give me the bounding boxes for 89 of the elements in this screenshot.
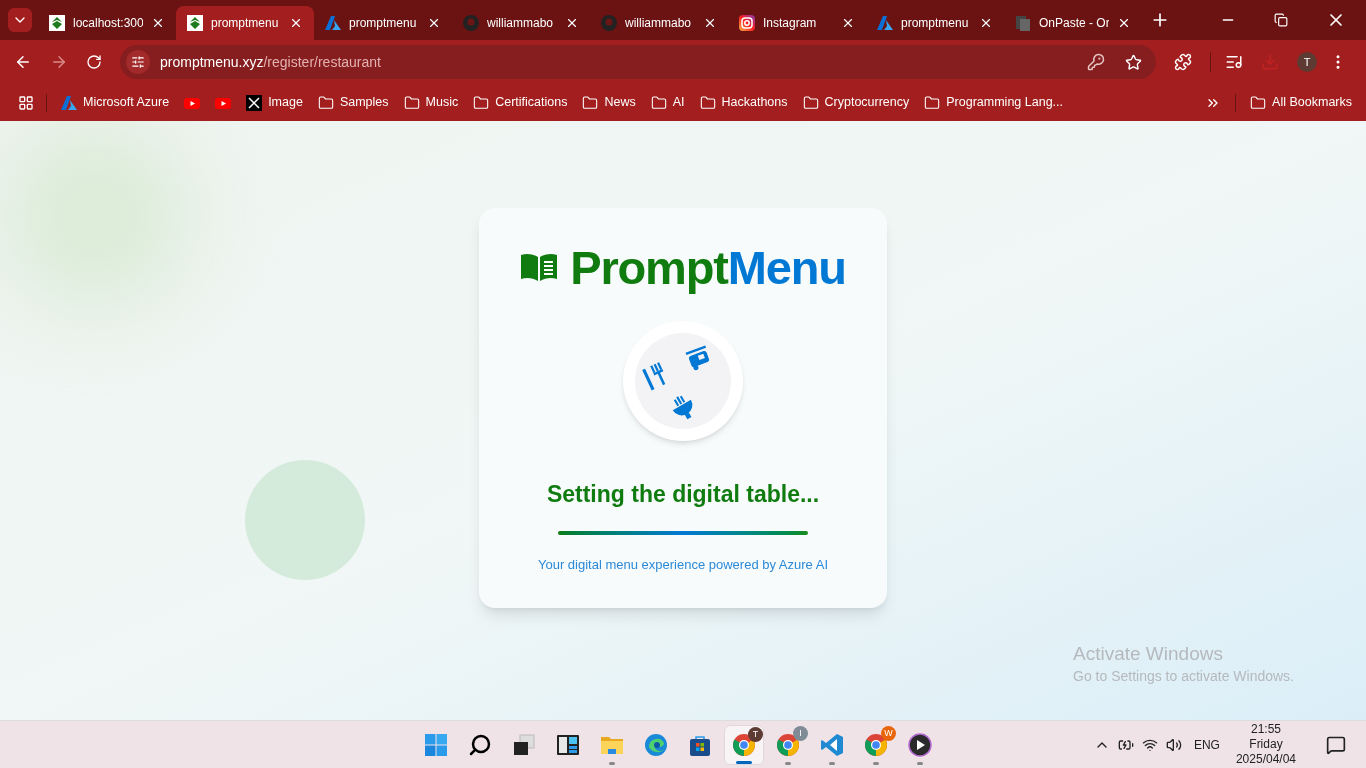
close-icon[interactable] bbox=[151, 16, 165, 30]
folder-icon bbox=[317, 94, 334, 111]
apps-icon[interactable] bbox=[18, 94, 34, 111]
profile-avatar[interactable]: T bbox=[1297, 52, 1317, 72]
book-icon bbox=[520, 252, 559, 282]
loading-status: Setting the digital table... bbox=[546, 479, 820, 509]
activation-title: Activate Windows bbox=[1073, 642, 1224, 666]
tagline: Your digital menu experience powered by Azure AI bbox=[537, 556, 828, 574]
back-icon[interactable] bbox=[14, 53, 32, 71]
activation-subtitle: Go to Settings to activate Windows. bbox=[1073, 667, 1294, 686]
close-icon[interactable] bbox=[289, 16, 303, 30]
play-icon bbox=[908, 733, 932, 757]
reload-icon[interactable] bbox=[86, 54, 102, 70]
tab-title: Instagram bbox=[763, 15, 818, 32]
tab-title: promptmenu bbox=[349, 15, 418, 32]
search-icon bbox=[468, 733, 492, 757]
address-bar[interactable]: promptmenu.xyz/register/restaurant bbox=[120, 45, 1156, 79]
profile-badge: T bbox=[748, 727, 763, 742]
leaf-stack-icon bbox=[187, 15, 203, 31]
close-icon[interactable] bbox=[565, 16, 579, 30]
bookmark[interactable]: All Bookmarks bbox=[1250, 93, 1352, 112]
tab-title: OnPaste - Or bbox=[1039, 15, 1109, 32]
chrome-icon bbox=[776, 733, 800, 757]
profile-badge: I bbox=[793, 726, 808, 741]
folder-icon bbox=[582, 94, 599, 111]
folder-icon bbox=[650, 94, 667, 111]
folder-icon bbox=[473, 94, 490, 111]
edge-icon bbox=[644, 733, 668, 757]
folder-icon bbox=[924, 94, 941, 111]
browser-tab[interactable]: williammabo bbox=[590, 6, 728, 40]
folder-icon bbox=[699, 94, 716, 111]
leaf-stack-icon bbox=[49, 15, 65, 31]
bookmark[interactable]: Samples bbox=[317, 93, 389, 112]
folder-icon bbox=[1250, 94, 1267, 111]
windows-logo-icon bbox=[424, 733, 448, 757]
azure-icon bbox=[61, 94, 77, 111]
bookmark[interactable]: Programming Lang... bbox=[924, 93, 1063, 112]
browser-tab[interactable]: promptmenu bbox=[866, 6, 1004, 40]
x-logo-icon bbox=[246, 94, 263, 111]
forward-icon[interactable] bbox=[50, 53, 68, 71]
close-icon[interactable] bbox=[841, 16, 855, 30]
close-icon[interactable] bbox=[1117, 16, 1131, 30]
bookmark[interactable]: Music bbox=[403, 93, 459, 112]
bookmark[interactable]: Hackathons bbox=[699, 93, 788, 112]
bookmark[interactable]: Cryptocurrency bbox=[802, 93, 910, 112]
profile-badge: W bbox=[881, 726, 896, 741]
browser-tab[interactable]: localhost:300 bbox=[38, 6, 176, 40]
browser-tab[interactable]: promptmenu bbox=[314, 6, 452, 40]
folder-icon bbox=[403, 94, 420, 111]
azure-icon bbox=[877, 15, 893, 31]
taskbar-app[interactable]: T bbox=[724, 725, 764, 765]
folder-icon bbox=[802, 94, 819, 111]
azure-icon bbox=[325, 15, 341, 31]
tab-title: williammabo bbox=[487, 15, 555, 32]
site-settings-icon[interactable] bbox=[131, 55, 145, 69]
tab-title: williammabo bbox=[625, 15, 693, 32]
browser-tab[interactable]: williammabo bbox=[452, 6, 590, 40]
bookmark[interactable]: Microsoft Azure bbox=[61, 93, 170, 112]
extensions-icon[interactable] bbox=[1174, 53, 1192, 71]
restore-icon[interactable] bbox=[1274, 13, 1288, 27]
notifications-icon[interactable] bbox=[1326, 734, 1346, 755]
overlapping-windows-icon bbox=[512, 733, 536, 757]
bookmark[interactable]: Certifications bbox=[473, 93, 568, 112]
tab-list-button[interactable] bbox=[8, 8, 32, 32]
camera-icon bbox=[739, 15, 755, 31]
browser-tab[interactable]: promptmenu bbox=[176, 6, 314, 40]
url-text: promptmenu.xyz/register/restaurant bbox=[160, 52, 382, 72]
language-indicator[interactable]: ENG bbox=[1193, 735, 1220, 754]
media-icon[interactable] bbox=[1225, 53, 1243, 71]
clock[interactable]: 21:55 Friday 2025/04/04 bbox=[1235, 722, 1296, 767]
key-icon[interactable] bbox=[1087, 53, 1105, 71]
bookmark[interactable]: News bbox=[582, 93, 636, 112]
tab-title: promptmenu bbox=[901, 15, 970, 32]
bookmark[interactable]: AI bbox=[650, 93, 685, 112]
code-editor-icon bbox=[820, 733, 844, 757]
close-icon[interactable] bbox=[703, 16, 717, 30]
close-icon[interactable] bbox=[979, 16, 993, 30]
document-icon bbox=[1015, 15, 1031, 31]
browser-tab[interactable]: Instagram bbox=[728, 6, 866, 40]
shopping-bag-icon bbox=[688, 733, 712, 757]
volume-icon[interactable] bbox=[1165, 736, 1182, 753]
bookmark[interactable]: Image bbox=[246, 93, 303, 112]
tab-title: promptmenu bbox=[211, 15, 280, 32]
widgets-icon bbox=[556, 733, 580, 757]
chrome-icon bbox=[732, 733, 756, 757]
close-icon[interactable] bbox=[427, 16, 441, 30]
browser-tab[interactable]: OnPaste - Or bbox=[1004, 6, 1142, 40]
star-icon[interactable] bbox=[1125, 53, 1142, 71]
tab-title: localhost:300 bbox=[73, 15, 143, 32]
